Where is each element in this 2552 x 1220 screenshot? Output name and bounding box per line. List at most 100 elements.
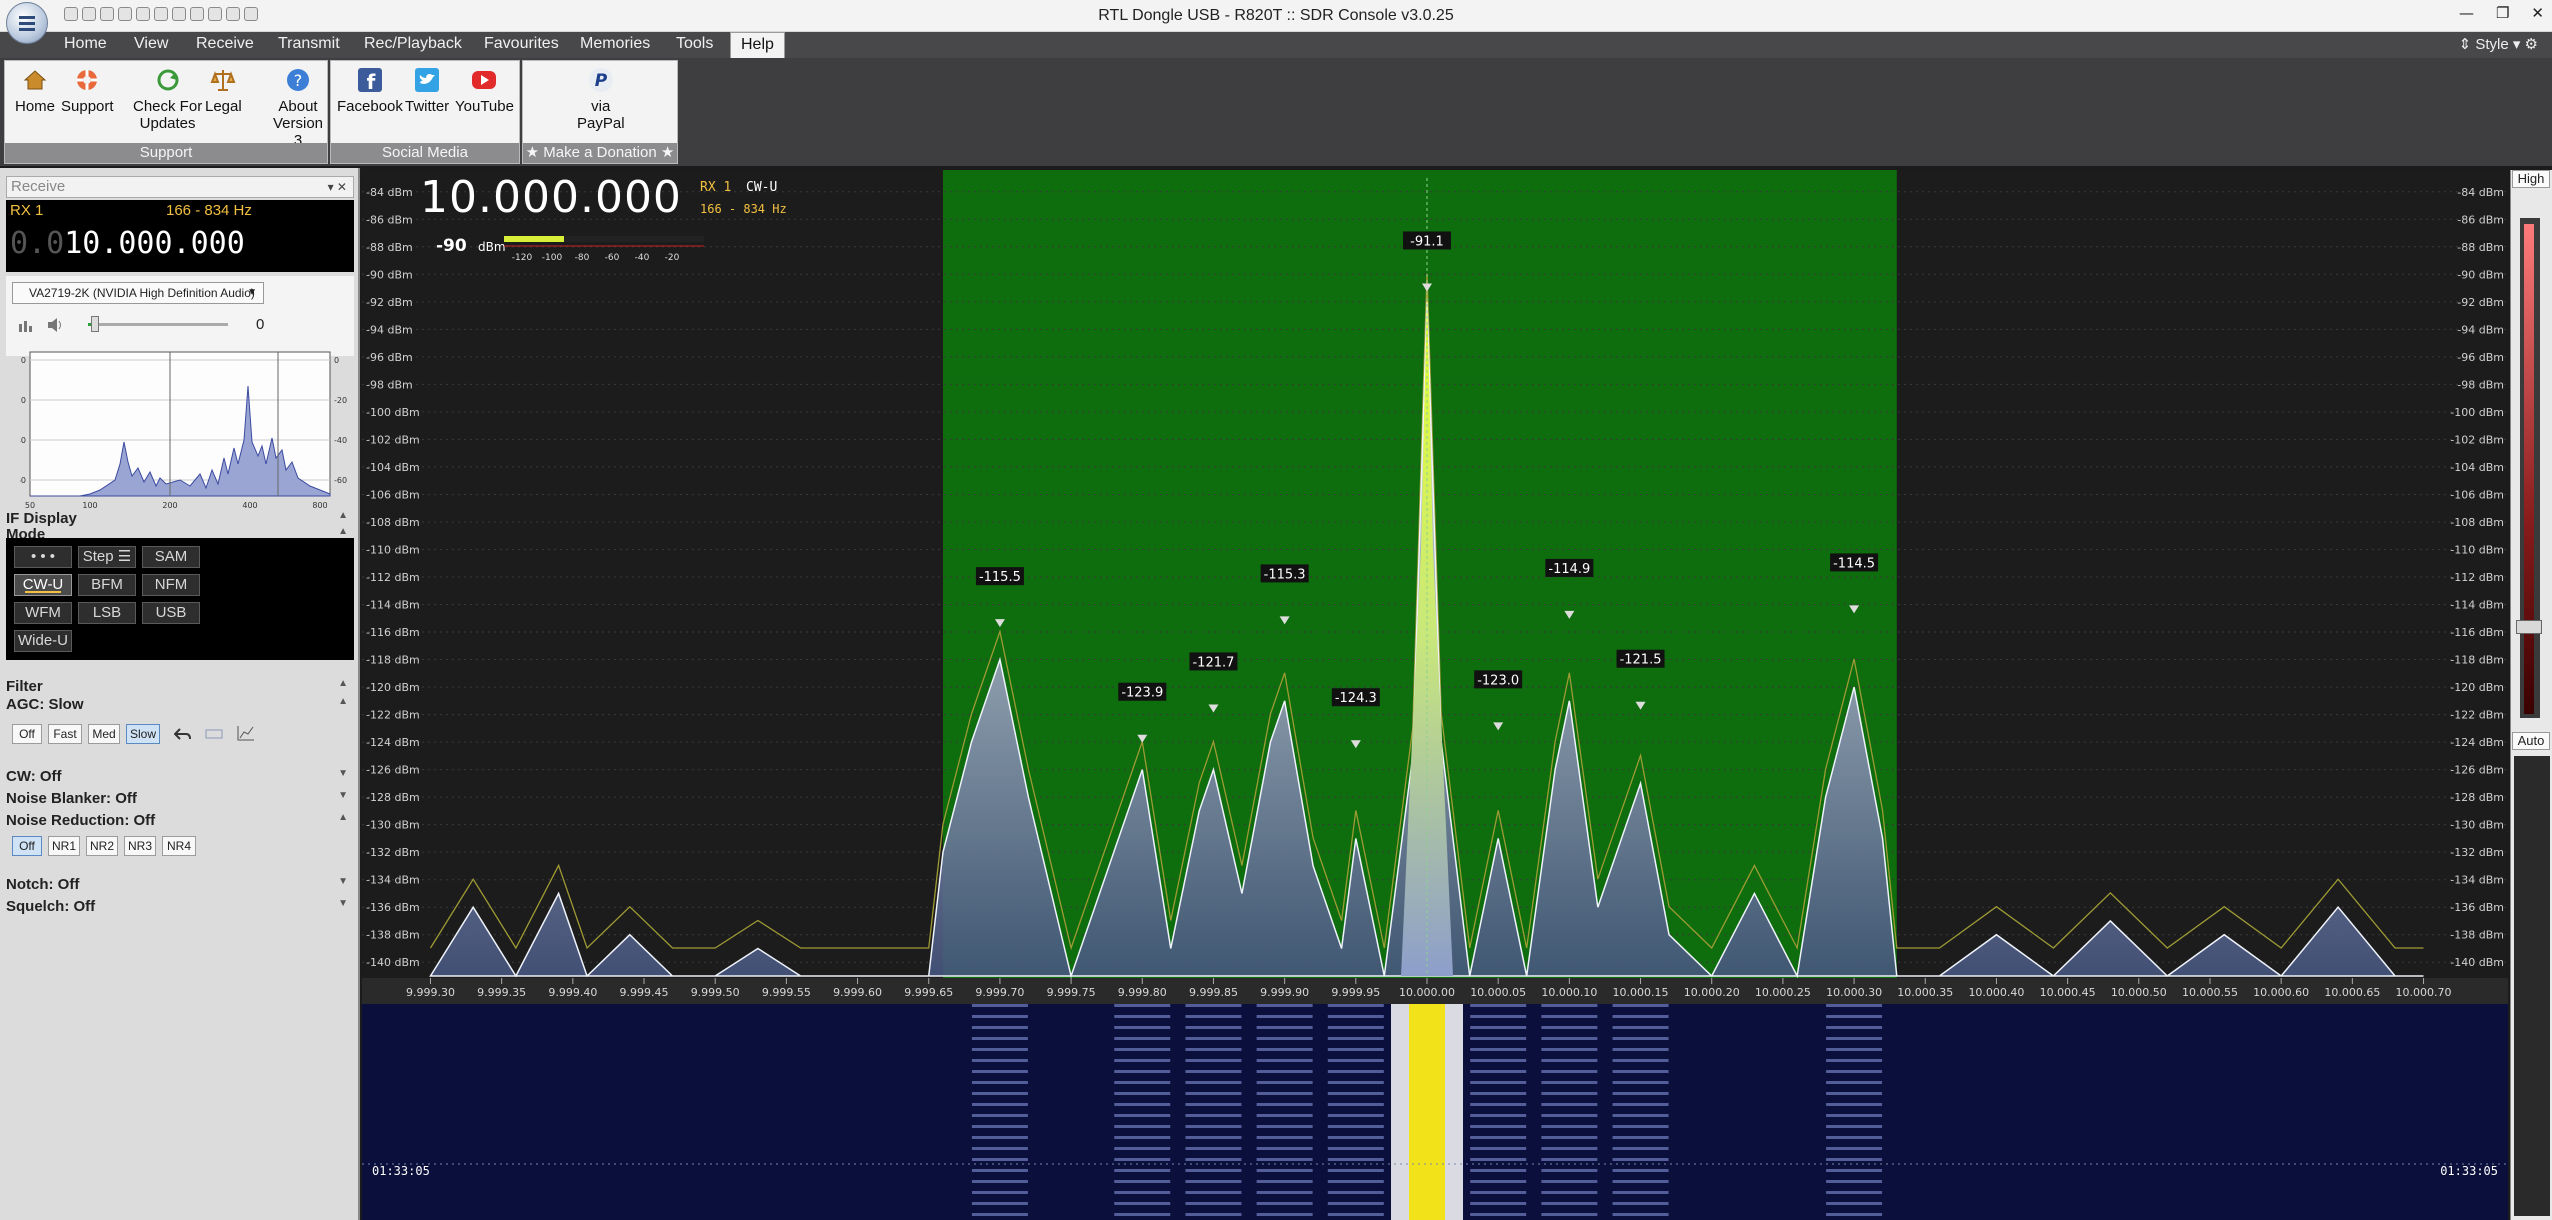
y-tick-label: -96 dBm: [366, 351, 413, 364]
ribbon-group-social: f Facebook Twitter YouTube Social Media: [330, 60, 520, 164]
waterfall-display[interactable]: 01:33:05 01:33:05: [362, 1004, 2508, 1220]
youtube-button[interactable]: YouTube: [455, 67, 514, 115]
active-underline: [25, 591, 61, 593]
graph-icon[interactable]: [236, 724, 256, 742]
mode-nfm-button[interactable]: NFM: [142, 574, 200, 596]
application-menu-button[interactable]: [6, 2, 48, 44]
s-meter-scale-label: -40: [635, 253, 650, 263]
speaker-icon[interactable]: [46, 317, 64, 333]
waterfall-signal-line: [1612, 1092, 1669, 1095]
nr4-button[interactable]: NR4: [162, 836, 196, 856]
volume-thumb[interactable]: [91, 316, 99, 332]
y-tick-label: -110 dBm: [366, 543, 420, 556]
y-tick-label-right: -126 dBm: [2450, 764, 2504, 777]
about-button[interactable]: ? About Version 3: [269, 67, 327, 149]
waterfall-signal-line: [1612, 1213, 1669, 1216]
tab-favourites[interactable]: Favourites: [480, 35, 563, 53]
noise-reduction-section[interactable]: Noise Reduction: Off ▲: [6, 812, 354, 829]
tab-transmit[interactable]: Transmit: [274, 35, 344, 53]
tab-memories[interactable]: Memories: [576, 35, 654, 53]
volume-slider[interactable]: [88, 316, 228, 332]
rx-frequency-entry[interactable]: 0.010.000.000: [10, 226, 245, 261]
y-tick-label-right: -108 dBm: [2450, 516, 2504, 529]
nr1-button[interactable]: NR1: [48, 836, 80, 856]
waterfall-signal-line: [971, 1191, 1028, 1194]
agc-med-button[interactable]: Med: [88, 724, 120, 744]
twitter-button[interactable]: Twitter: [405, 67, 449, 115]
waterfall-signal-line: [971, 1081, 1028, 1084]
agc-settings-icon[interactable]: [204, 726, 224, 742]
mode-sam-button[interactable]: SAM: [142, 546, 200, 568]
mode-wideu-button[interactable]: Wide-U: [14, 630, 72, 652]
y-tick-label: -94 dBm: [366, 323, 413, 336]
x-tick-label: 9.999.50: [691, 986, 740, 999]
cw-section[interactable]: CW: Off ▼: [6, 768, 354, 785]
agc-fast-button[interactable]: Fast: [48, 724, 82, 744]
minimize-button[interactable]: —: [2459, 4, 2474, 22]
waterfall-time-right: 01:33:05: [2440, 1164, 2498, 1178]
peak-label: -115.3: [1264, 567, 1306, 582]
close-button[interactable]: ✕: [2531, 4, 2544, 22]
x-tick-label: 10.000.20: [1684, 986, 1740, 999]
spectrum-display[interactable]: -84 dBm -86 dBm -88 dBm -90 dBm -92 dBm -94 d…: [362, 170, 2508, 1004]
if-display-section[interactable]: IF Display ▲: [6, 510, 354, 527]
waterfall-signal-line: [1327, 1158, 1384, 1161]
panel-menu-icon[interactable]: ▾ ✕: [328, 177, 347, 197]
nr-off-button[interactable]: Off: [12, 836, 42, 856]
high-button[interactable]: High: [2512, 170, 2550, 188]
home-button[interactable]: Home: [15, 67, 55, 115]
waterfall-signal-line: [1470, 1114, 1527, 1117]
mode-lsb-button[interactable]: LSB: [78, 602, 136, 624]
y-tick-label-right: -92 dBm: [2457, 296, 2504, 309]
paypal-button[interactable]: P via PayPal: [577, 67, 625, 132]
audio-device-select[interactable]: VA2719-2K (NVIDIA High Definition Audio)…: [12, 282, 264, 304]
nr2-button[interactable]: NR2: [86, 836, 118, 856]
tab-rec-playback[interactable]: Rec/Playback: [360, 35, 466, 53]
facebook-button[interactable]: f Facebook: [337, 67, 403, 115]
waterfall-time-left: 01:33:05: [372, 1164, 430, 1178]
undo-icon[interactable]: [174, 726, 192, 742]
waterfall-signal-line: [1256, 1070, 1313, 1073]
legal-button[interactable]: Legal: [205, 67, 242, 115]
waterfall-signal-line: [1541, 1158, 1598, 1161]
mode-step-button[interactable]: Step ☰: [78, 546, 136, 568]
mode-more-button[interactable]: • • •: [14, 546, 72, 568]
mode-bfm-button[interactable]: BFM: [78, 574, 136, 596]
support-button[interactable]: Support: [61, 67, 114, 115]
filter-section[interactable]: Filter ▲: [6, 678, 354, 695]
style-menu[interactable]: ⇕ Style ▾ ⚙: [2459, 35, 2538, 53]
waterfall-signal-line: [1612, 1026, 1669, 1029]
maximize-button[interactable]: ❐: [2496, 4, 2509, 22]
waterfall-level-scale[interactable]: [2514, 756, 2550, 1216]
level-slider-thumb[interactable]: [2516, 620, 2542, 634]
agc-section[interactable]: AGC: Slow ▲: [6, 696, 354, 713]
waterfall-signal-line: [1327, 1191, 1384, 1194]
nr3-button[interactable]: NR3: [124, 836, 156, 856]
mode-wfm-button[interactable]: WFM: [14, 602, 72, 624]
squelch-title: Squelch: Off: [6, 898, 96, 915]
tab-help[interactable]: Help: [730, 32, 785, 58]
agc-slow-button[interactable]: Slow: [126, 724, 160, 744]
mini-x-tick: 200: [162, 501, 177, 510]
tab-receive[interactable]: Receive: [192, 35, 258, 53]
waterfall-signal-line: [1114, 1158, 1171, 1161]
help-icon: ?: [287, 69, 309, 91]
squelch-section[interactable]: Squelch: Off ▼: [6, 898, 354, 915]
noise-blanker-section[interactable]: Noise Blanker: Off ▼: [6, 790, 354, 807]
auto-button[interactable]: Auto: [2512, 732, 2550, 750]
waterfall-signal-line: [1612, 1158, 1669, 1161]
tab-home[interactable]: Home: [60, 35, 111, 53]
equalizer-icon[interactable]: [18, 318, 34, 332]
x-tick-label: 9.999.60: [833, 986, 882, 999]
nr-button-label: NR4: [166, 839, 191, 853]
agc-off-button[interactable]: Off: [12, 724, 42, 744]
waterfall-signal-line: [971, 1092, 1028, 1095]
tab-tools[interactable]: Tools: [672, 35, 717, 53]
frequency-display[interactable]: 10.000.000: [420, 172, 682, 223]
tab-view[interactable]: View: [130, 35, 172, 53]
waterfall-signal-line: [971, 1136, 1028, 1139]
notch-section[interactable]: Notch: Off ▼: [6, 876, 354, 893]
mode-usb-button[interactable]: USB: [142, 602, 200, 624]
mode-cwu-button[interactable]: CW-U: [14, 574, 72, 596]
check-updates-button[interactable]: Check For Updates: [133, 67, 202, 132]
